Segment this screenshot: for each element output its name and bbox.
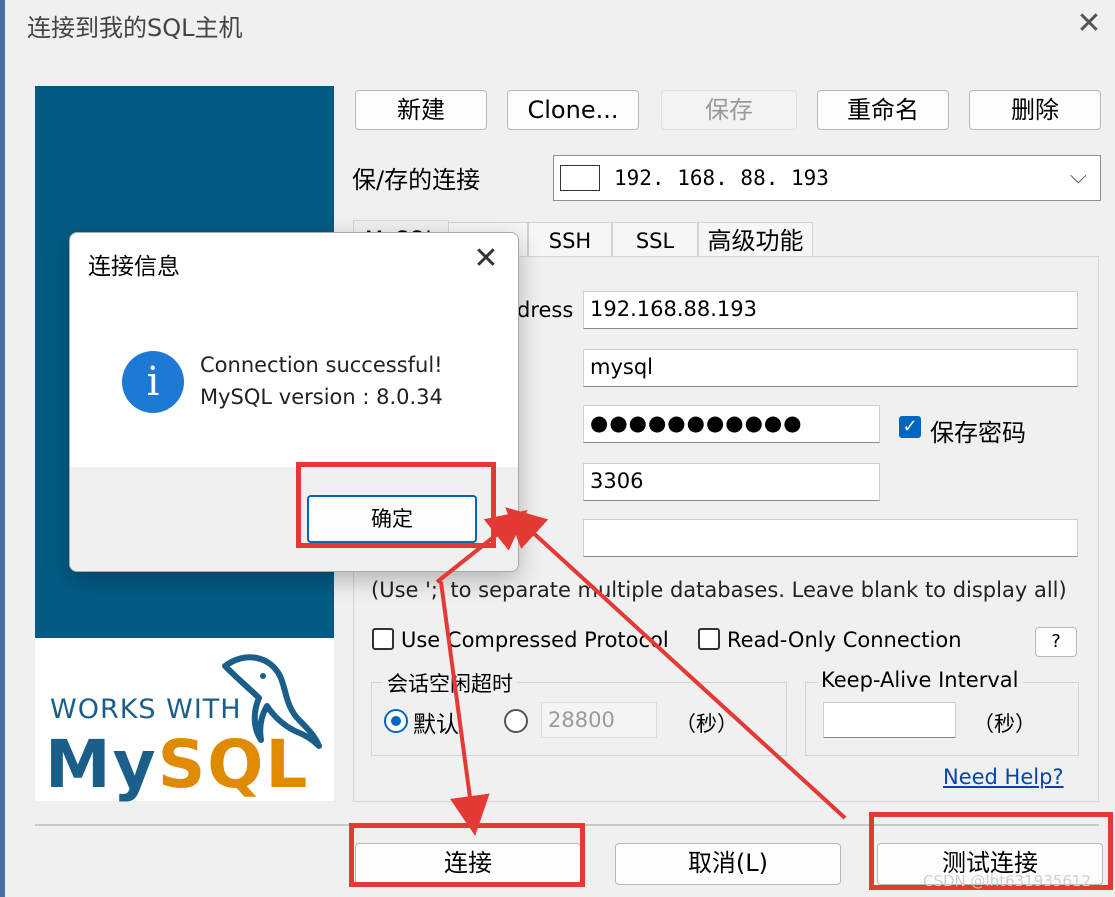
arrow-to-ok-from-left bbox=[435, 510, 528, 584]
watermark: CSDN @lht631935612 bbox=[923, 872, 1091, 890]
arrow-to-connect bbox=[439, 581, 490, 836]
arrow-to-ok-from-right bbox=[505, 507, 847, 820]
annotation-arrows bbox=[435, 507, 847, 836]
connection-window: 连接到我的SQL主机 ✕ WORKS WITH MySQL 新建 Clone..… bbox=[0, 0, 1115, 897]
